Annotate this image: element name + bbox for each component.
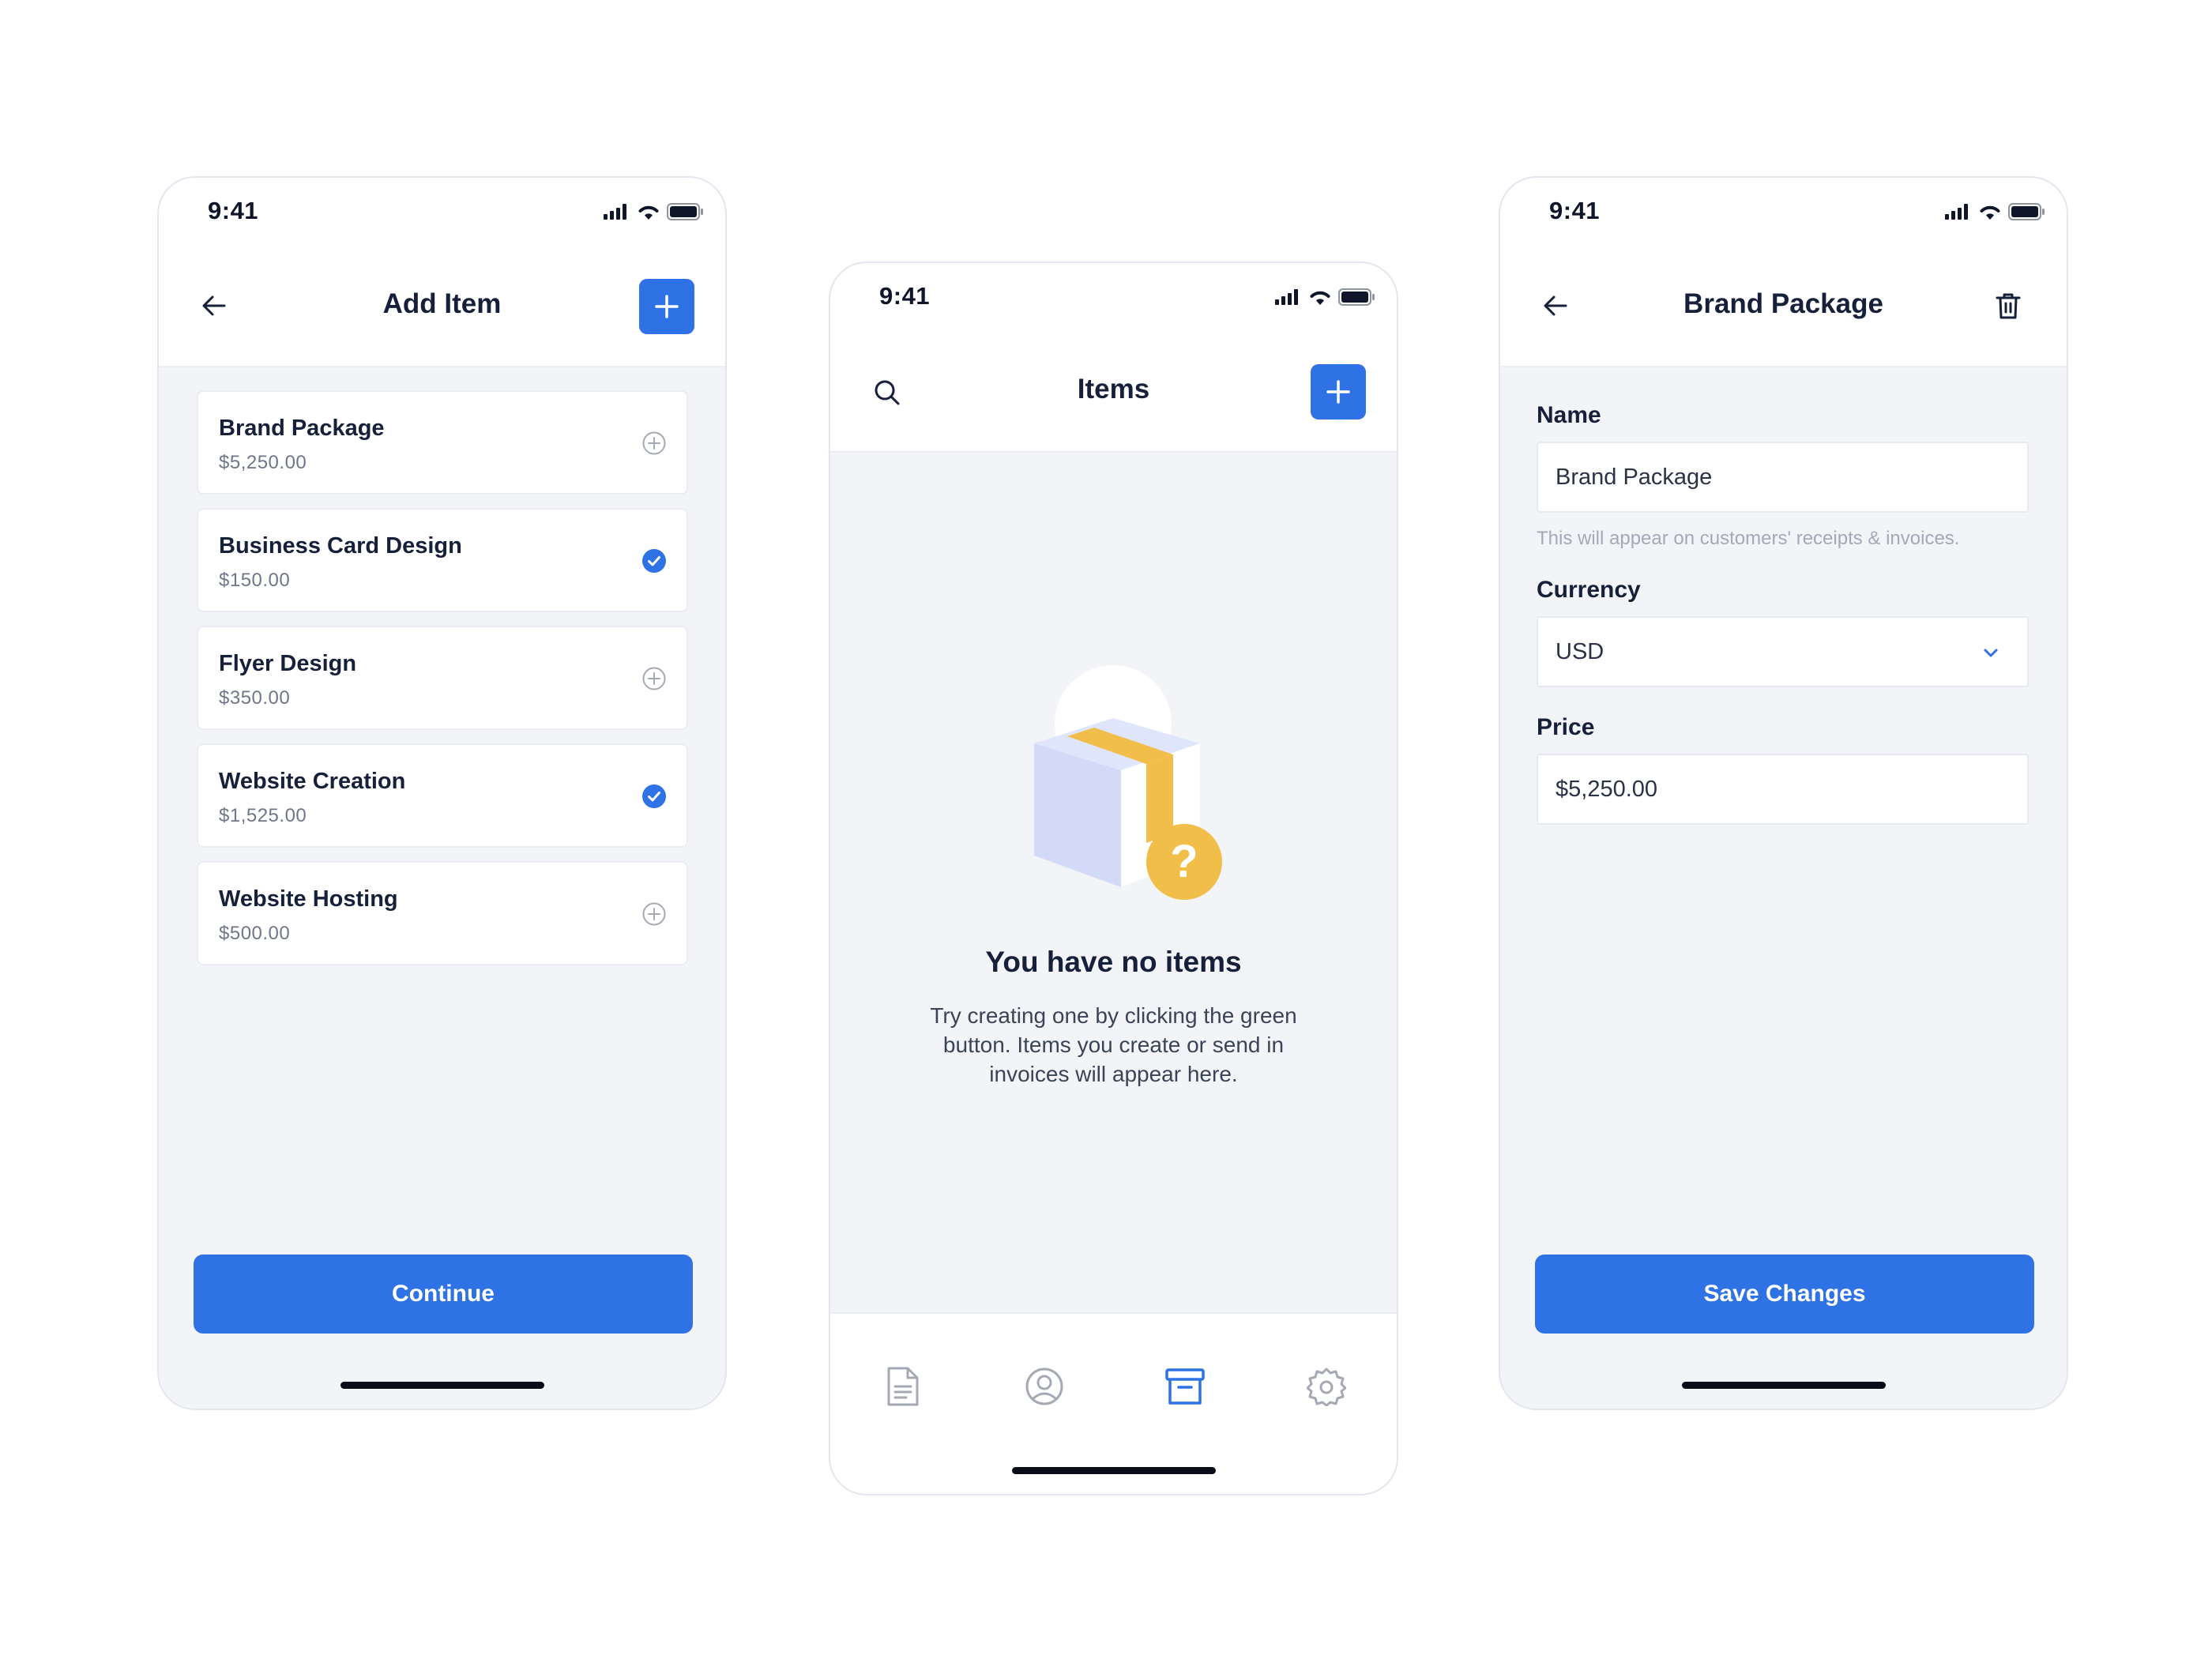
battery-icon — [1338, 288, 1375, 306]
wifi-icon — [1310, 291, 1330, 305]
empty-state-title: You have no items — [985, 946, 1242, 978]
page-title: Brand Package — [1683, 288, 1883, 319]
add-item-toggle[interactable] — [641, 430, 668, 457]
add-item-screen: 9:41 Add Item Brand Package $5,250.00 Bu… — [157, 176, 727, 1410]
gear-icon — [1307, 1367, 1346, 1406]
price-field[interactable] — [1537, 754, 2029, 825]
box-question-icon: ? — [1034, 665, 1222, 900]
tab-settings[interactable] — [1304, 1364, 1349, 1409]
battery-icon — [667, 203, 703, 220]
name-input[interactable] — [1556, 443, 1998, 511]
status-icons — [1275, 288, 1375, 306]
header: 9:41 Brand Package — [1500, 178, 2067, 367]
list-item[interactable]: Website Hosting $500.00 — [197, 861, 688, 965]
header: 9:41 Items — [830, 263, 1397, 453]
signal-icon — [1275, 289, 1298, 305]
svg-text:?: ? — [1170, 836, 1198, 887]
list-item[interactable]: Brand Package $5,250.00 — [197, 390, 688, 495]
item-name: Brand Package — [219, 416, 385, 441]
add-item-toggle[interactable] — [641, 783, 668, 810]
plus-icon — [1326, 380, 1350, 404]
chevron-down-icon — [1984, 649, 1998, 657]
price-input[interactable] — [1556, 755, 1998, 823]
trash-icon — [1996, 293, 2021, 319]
item-list: Brand Package $5,250.00 Business Card De… — [197, 390, 688, 979]
archive-box-icon — [1165, 1368, 1205, 1405]
tab-invoices[interactable] — [881, 1364, 925, 1409]
item-name: Website Creation — [219, 769, 406, 794]
tab-clients[interactable] — [1022, 1364, 1066, 1409]
item-price: $350.00 — [219, 687, 291, 709]
add-item-toggle[interactable] — [641, 665, 668, 692]
home-indicator — [340, 1382, 544, 1389]
status-icons — [604, 203, 703, 220]
status-time: 9:41 — [208, 197, 259, 224]
item-name: Website Hosting — [219, 886, 398, 912]
add-item-toggle[interactable] — [641, 547, 668, 574]
save-changes-button[interactable]: Save Changes — [1535, 1255, 2034, 1334]
status-time: 9:41 — [1549, 197, 1601, 224]
currency-label: Currency — [1537, 577, 1641, 603]
edit-item-screen: 9:41 Brand Package Name This will appear… — [1499, 176, 2068, 1410]
wifi-icon — [638, 205, 659, 220]
name-field[interactable] — [1537, 442, 2029, 513]
plus-circle-icon — [642, 667, 666, 690]
signal-icon — [604, 204, 626, 220]
item-price: $500.00 — [219, 923, 291, 944]
empty-state-illustration: ? — [996, 650, 1233, 903]
list-item[interactable]: Business Card Design $150.00 — [197, 508, 688, 612]
add-item-button[interactable] — [1311, 364, 1366, 419]
items-screen: 9:41 Items ? You have no items Try creat… — [829, 261, 1398, 1495]
currency-value: USD — [1556, 639, 1604, 664]
item-price: $1,525.00 — [219, 805, 307, 826]
name-label: Name — [1537, 402, 1601, 428]
item-price: $150.00 — [219, 570, 291, 591]
add-button[interactable] — [639, 279, 694, 334]
status-icons — [1945, 203, 2045, 220]
list-item[interactable]: Website Creation $1,525.00 — [197, 743, 688, 848]
signal-icon — [1945, 204, 1968, 220]
check-circle-icon — [642, 784, 666, 808]
user-circle-icon — [1025, 1367, 1063, 1405]
document-icon — [887, 1367, 919, 1406]
plus-circle-icon — [642, 902, 666, 926]
plus-circle-icon — [642, 431, 666, 455]
plus-icon — [655, 295, 679, 318]
battery-icon — [2008, 203, 2045, 220]
price-label: Price — [1537, 714, 1595, 740]
delete-button[interactable] — [1992, 290, 2024, 322]
item-name: Flyer Design — [219, 651, 357, 676]
wifi-icon — [1980, 205, 2000, 220]
tab-items[interactable] — [1163, 1364, 1207, 1409]
continue-button[interactable]: Continue — [194, 1255, 693, 1334]
add-item-toggle[interactable] — [641, 901, 668, 927]
home-indicator — [1681, 1382, 1886, 1389]
home-indicator — [1011, 1467, 1216, 1474]
item-name: Business Card Design — [219, 533, 462, 559]
list-item[interactable]: Flyer Design $350.00 — [197, 626, 688, 730]
name-help-text: This will appear on customers' receipts … — [1537, 528, 1960, 549]
empty-state-message: Try creating one by clicking the green b… — [930, 1003, 1297, 1086]
check-circle-icon — [642, 549, 666, 573]
header: 9:41 Add Item — [159, 178, 725, 367]
currency-select[interactable]: USD — [1537, 616, 2029, 687]
item-price: $5,250.00 — [219, 452, 307, 473]
status-time: 9:41 — [879, 282, 931, 310]
